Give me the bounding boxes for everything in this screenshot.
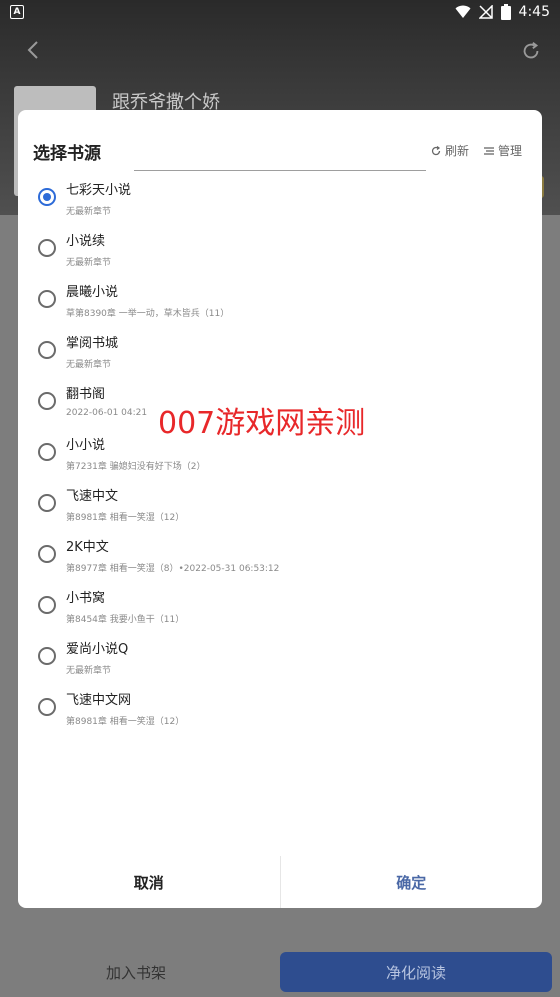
source-latest-chapter: 第8454章 我要小鱼干（11） [66,615,185,625]
source-latest-chapter: 2022-06-01 04:21 [66,408,148,418]
radio-button[interactable] [38,596,56,614]
source-item[interactable]: 七彩天小说 无最新章节 [18,174,542,225]
source-name: 小小说 [66,438,106,453]
select-source-dialog: 选择书源 刷新 管理 七彩天小说 无最新章节 小说续 无最新章节 晨曦小说 草第… [18,110,542,908]
source-latest-chapter: 第8981章 相看一笑湿（12） [66,717,185,727]
source-item[interactable]: 小书窝 第8454章 我要小鱼干（11） [18,582,542,633]
dialog-title: 选择书源 [33,144,101,164]
source-name: 飞速中文网 [66,693,132,708]
manage-list-icon [483,146,494,155]
source-item[interactable]: 晨曦小说 草第8390章 一举一动，草木皆兵（11） [18,276,542,327]
radio-button[interactable] [38,545,56,563]
source-list: 七彩天小说 无最新章节 小说续 无最新章节 晨曦小说 草第8390章 一举一动，… [18,174,542,735]
radio-button[interactable] [38,392,56,410]
source-name: 掌阅书城 [66,336,119,351]
refresh-label: 刷新 [444,144,469,158]
add-to-shelf-button[interactable]: 加入书架 [0,952,272,992]
source-item[interactable]: 2K中文 第8977章 相看一笑湿（8）•2022-05-31 06:53:12 [18,531,542,582]
source-latest-chapter: 无最新章节 [66,207,112,217]
radio-button[interactable] [38,698,56,716]
wifi-icon [455,5,471,18]
source-name: 小书窝 [66,591,106,606]
clean-read-button[interactable]: 净化阅读 [280,952,552,992]
notification-icon: A [10,5,24,19]
source-latest-chapter: 第8981章 相看一笑湿（12） [66,513,185,523]
source-latest-chapter: 无最新章节 [66,666,112,676]
dialog-footer: 取消 确定 [18,856,542,908]
no-signal-icon [478,5,493,19]
title-divider [134,170,426,171]
manage-label: 管理 [497,144,522,158]
source-latest-chapter: 无最新章节 [66,360,112,370]
source-name: 爱尚小说Q [66,642,129,657]
source-item[interactable]: 爱尚小说Q 无最新章节 [18,633,542,684]
refresh-icon[interactable] [520,40,542,62]
source-latest-chapter: 第8977章 相看一笑湿（8）•2022-05-31 06:53:12 [66,564,280,574]
status-time: 4:45 [518,4,550,20]
source-name: 小说续 [66,234,106,249]
battery-icon [500,4,511,20]
source-item[interactable]: 飞速中文网 第8981章 相看一笑湿（12） [18,684,542,735]
confirm-button[interactable]: 确定 [279,856,543,908]
source-name: 飞速中文 [66,489,119,504]
manage-button[interactable]: 管理 [483,142,522,159]
radio-button[interactable] [38,443,56,461]
source-item[interactable]: 掌阅书城 无最新章节 [18,327,542,378]
radio-button[interactable] [38,239,56,257]
source-name: 晨曦小说 [66,285,119,300]
refresh-button[interactable]: 刷新 [430,142,469,159]
watermark-text: 007游戏网亲测 [158,406,366,441]
source-name: 七彩天小说 [66,183,132,198]
source-name: 翻书阁 [66,387,106,402]
refresh-icon [431,145,441,155]
source-latest-chapter: 无最新章节 [66,258,112,268]
radio-button[interactable] [38,290,56,308]
source-item[interactable]: 飞速中文 第8981章 相看一笑湿（12） [18,480,542,531]
source-name: 2K中文 [66,540,109,555]
source-latest-chapter: 草第8390章 一举一动，草木皆兵（11） [66,309,230,319]
back-arrow-icon[interactable] [22,38,46,62]
source-item[interactable]: 小说续 无最新章节 [18,225,542,276]
source-latest-chapter: 第7231章 骗媳妇没有好下场（2） [66,462,206,472]
cancel-button[interactable]: 取消 [18,856,280,908]
radio-button[interactable] [38,647,56,665]
radio-button[interactable] [38,188,56,206]
radio-button[interactable] [38,341,56,359]
status-bar: A 4:45 [0,0,560,24]
radio-button[interactable] [38,494,56,512]
